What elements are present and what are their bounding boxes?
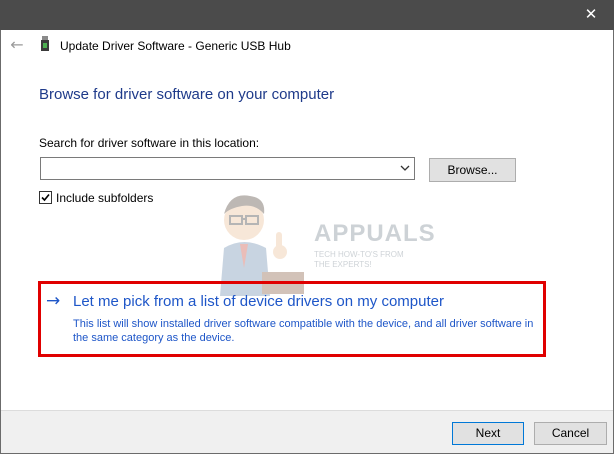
usb-device-icon xyxy=(41,36,49,51)
browse-button[interactable]: Browse... xyxy=(429,158,516,182)
pick-from-list-title[interactable]: Let me pick from a list of device driver… xyxy=(73,293,444,310)
watermark-tagline-line1: TECH HOW-TO'S FROM xyxy=(314,250,404,259)
include-subfolders-checkbox[interactable] xyxy=(39,191,52,204)
search-location-label: Search for driver software in this locat… xyxy=(39,136,260,150)
watermark-tagline-line2: THE EXPERTS! xyxy=(314,260,372,269)
dialog-header: ← Update Driver Software - Generic USB H… xyxy=(1,30,613,63)
window-titlebar: ✕ xyxy=(0,0,614,30)
search-location-combobox[interactable] xyxy=(40,157,415,180)
watermark-tagline: TECH HOW-TO'S FROM THE EXPERTS! xyxy=(314,250,404,270)
arrow-right-icon[interactable]: → xyxy=(46,291,60,311)
dialog-footer: Next Cancel xyxy=(1,410,613,453)
pick-from-list-description[interactable]: This list will show installed driver sof… xyxy=(73,317,543,345)
pick-from-list-option[interactable]: → Let me pick from a list of device driv… xyxy=(42,289,542,349)
page-heading: Browse for driver software on your compu… xyxy=(39,86,335,103)
watermark-brand: APPUALS xyxy=(314,220,436,247)
close-icon[interactable]: ✕ xyxy=(585,5,598,23)
checkmark-icon xyxy=(41,193,50,202)
cancel-button[interactable]: Cancel xyxy=(534,422,607,445)
close-button[interactable]: ✕ xyxy=(568,0,614,30)
next-button[interactable]: Next xyxy=(452,422,524,445)
dialog-content: Browse for driver software on your compu… xyxy=(1,63,613,410)
include-subfolders-label[interactable]: Include subfolders xyxy=(56,191,153,205)
back-arrow-icon[interactable]: ← xyxy=(8,36,26,54)
chevron-down-icon[interactable] xyxy=(400,164,410,172)
window-title: Update Driver Software - Generic USB Hub xyxy=(60,39,291,53)
